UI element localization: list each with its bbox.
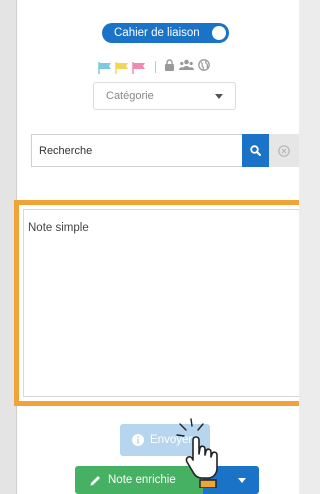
note-placeholder: Note simple (28, 222, 89, 234)
note-textarea[interactable]: Note simple (23, 209, 299, 397)
toggle-knob[interactable] (212, 26, 226, 40)
toggle-label: Cahier de liaison (114, 27, 200, 39)
hand-cursor-icon (176, 418, 218, 488)
info-circle-icon (132, 434, 144, 446)
close-circle-icon (278, 144, 290, 157)
clear-search-button[interactable] (269, 134, 299, 167)
chevron-down-icon (215, 94, 223, 99)
lock-icon[interactable] (164, 58, 175, 76)
flag-icon[interactable] (132, 61, 146, 74)
globe-icon[interactable] (198, 58, 210, 76)
filter-bar (98, 58, 214, 76)
category-select[interactable]: Catégorie (93, 82, 236, 110)
caret-down-icon (238, 478, 246, 483)
category-select-value: Catégorie (106, 90, 154, 102)
users-icon[interactable] (179, 58, 194, 76)
cahier-de-liaison-toggle[interactable]: Cahier de liaison (102, 23, 229, 43)
search-field[interactable]: Recherche (31, 134, 242, 167)
search-button[interactable] (242, 134, 269, 167)
search-input[interactable]: Recherche (39, 145, 92, 157)
rich-note-label: Note enrichie (108, 474, 176, 486)
filter-separator (155, 61, 156, 73)
note-highlight-frame: Note simple (14, 200, 299, 406)
search-icon (250, 145, 261, 156)
flag-icon[interactable] (115, 61, 129, 74)
flag-icon[interactable] (98, 61, 112, 74)
pencil-icon (90, 475, 100, 485)
